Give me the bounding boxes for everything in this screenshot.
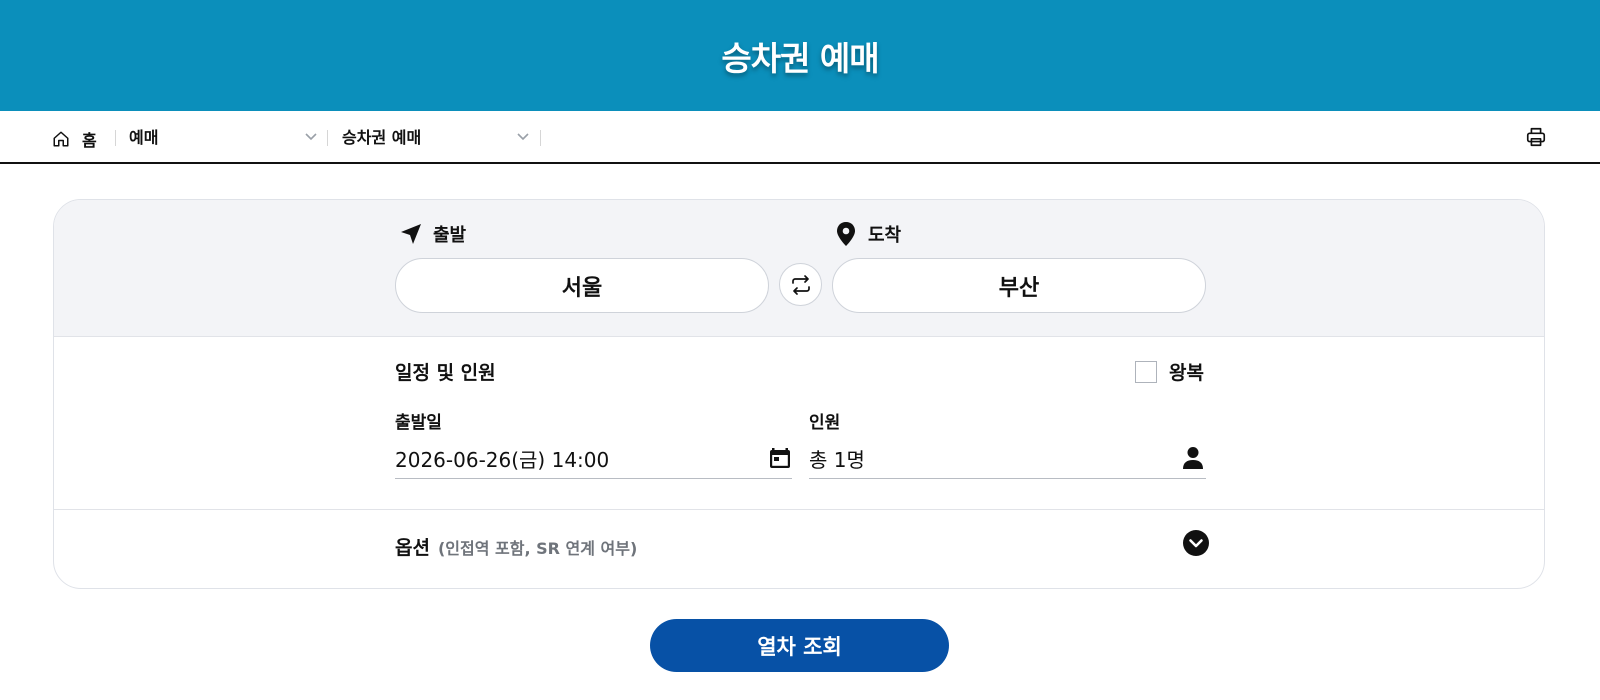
page-title: 승차권 예매 <box>721 38 879 78</box>
section-divider <box>54 509 1544 510</box>
printer-icon[interactable] <box>1525 126 1547 148</box>
passengers-label: 인원 <box>809 413 841 433</box>
date-label: 출발일 <box>395 413 442 433</box>
passengers-field[interactable]: 총 1명 <box>809 438 1206 479</box>
departure-station-button[interactable]: 서울 <box>395 258 769 313</box>
departure-date-field[interactable]: 2026-06-26(금) 14:00 <box>395 438 792 479</box>
calendar-icon <box>770 448 790 468</box>
person-icon <box>1183 447 1203 469</box>
chevron-down-icon <box>305 133 317 141</box>
round-trip-checkbox[interactable]: 왕복 <box>1135 358 1204 385</box>
round-trip-label: 왕복 <box>1169 362 1204 384</box>
checkbox-box[interactable] <box>1135 360 1157 383</box>
departure-label: 출발 <box>399 221 466 247</box>
schedule-section-title: 일정 및 인원 <box>395 362 496 384</box>
options-subtitle: (인접역 포함, SR 연계 여부) <box>437 539 638 558</box>
arrival-station-button[interactable]: 부산 <box>832 258 1206 313</box>
swap-stations-button[interactable] <box>779 263 822 306</box>
home-icon <box>53 131 69 147</box>
breadcrumb-select-level1[interactable]: 예매 <box>129 127 158 149</box>
options-row[interactable]: 옵션 (인접역 포함, SR 연계 여부) <box>395 533 637 560</box>
swap-arrows-icon <box>791 274 810 295</box>
breadcrumb-divider <box>327 130 328 146</box>
breadcrumb-divider <box>115 130 116 146</box>
search-trains-button[interactable]: 열차 조회 <box>650 619 949 672</box>
breadcrumb-select-level2[interactable]: 승차권 예매 <box>342 127 421 149</box>
departure-date-value: 2026-06-26(금) 14:00 <box>395 447 610 472</box>
arrival-label: 도착 <box>834 221 901 247</box>
passengers-value: 총 1명 <box>809 447 865 472</box>
map-pin-icon <box>837 222 855 246</box>
breadcrumb-home[interactable]: 홈 <box>52 127 97 151</box>
chevron-down-icon <box>517 133 529 141</box>
page-header: 승차권 예매 <box>0 0 1600 111</box>
breadcrumb-divider <box>540 130 541 146</box>
navigation-arrow-icon <box>401 224 421 244</box>
route-panel: 출발 도착 서울 부산 <box>54 200 1544 337</box>
breadcrumb-home-label: 홈 <box>82 131 97 150</box>
chevron-down-circle-icon[interactable] <box>1183 530 1209 556</box>
options-title: 옵션 <box>395 537 430 559</box>
booking-form: 출발 도착 서울 부산 일정 및 인원 왕복 출발일 2026-06-26(금)… <box>53 199 1545 589</box>
breadcrumb: 홈 예매 승차권 예매 <box>0 111 1600 164</box>
